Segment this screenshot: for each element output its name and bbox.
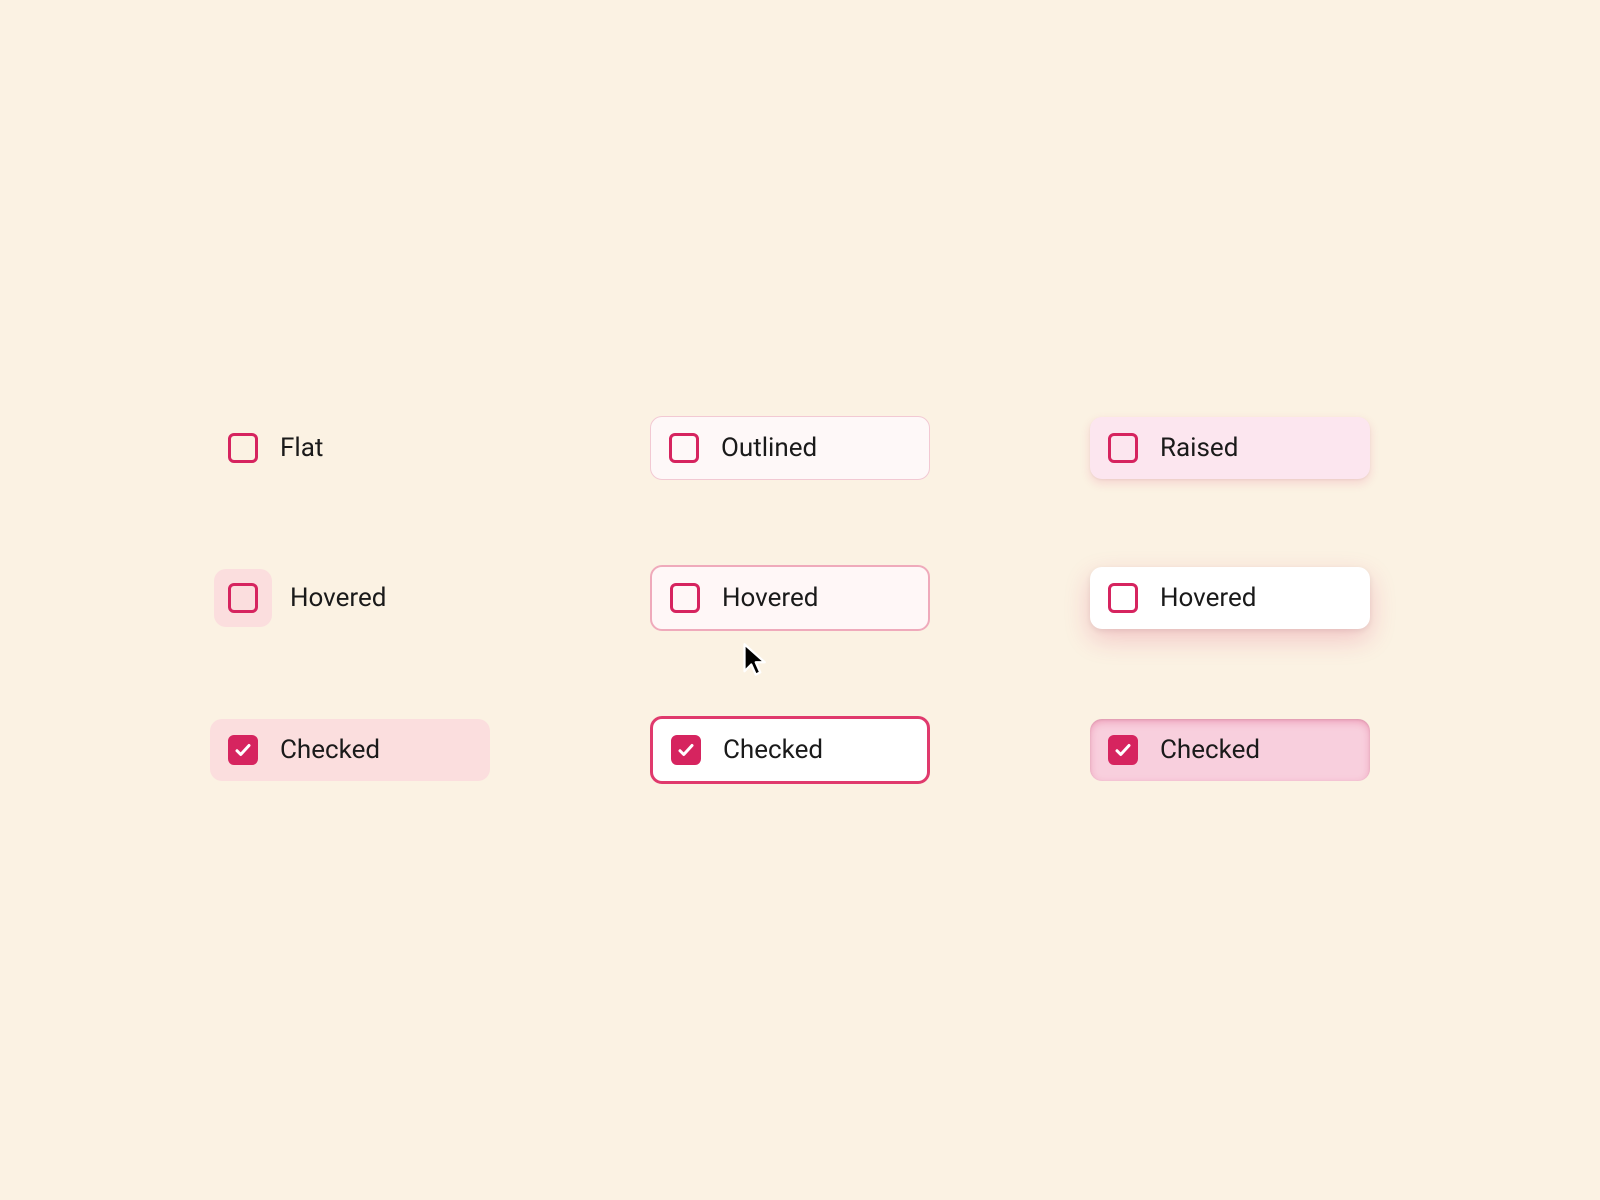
checkbox-outlined-default[interactable]: Outlined: [650, 416, 930, 480]
checkbox-unchecked-icon: [228, 433, 258, 463]
checkbox-checked-icon: [671, 735, 701, 765]
checkbox-label: Outlined: [721, 433, 817, 463]
checkbox-label: Checked: [723, 735, 823, 765]
checkbox-raised-hovered[interactable]: Hovered: [1090, 567, 1370, 629]
checkbox-unchecked-icon: [670, 583, 700, 613]
checkbox-unchecked-icon: [669, 433, 699, 463]
checkbox-label: Flat: [280, 433, 323, 463]
checkbox-unchecked-icon: [1108, 583, 1138, 613]
checkbox-label: Checked: [280, 735, 380, 765]
checkbox-checked-icon: [228, 735, 258, 765]
checkbox-label: Hovered: [290, 583, 386, 613]
checkbox-raised-default[interactable]: Raised: [1090, 417, 1370, 479]
checkbox-label: Hovered: [722, 583, 818, 613]
checkbox-unchecked-icon: [228, 583, 258, 613]
checkbox-checked-icon: [1108, 735, 1138, 765]
checkbox-outlined-hovered[interactable]: Hovered: [650, 565, 930, 631]
checkbox-outlined-checked[interactable]: Checked: [650, 716, 930, 784]
checkbox-label: Raised: [1160, 433, 1238, 463]
checkbox-flat-checked[interactable]: Checked: [210, 719, 490, 781]
checkbox-label: Checked: [1160, 735, 1260, 765]
checkbox-flat-hovered[interactable]: Hovered: [210, 567, 490, 629]
checkbox-variants-grid: Flat Outlined Raised Hovered: [210, 416, 1390, 784]
cursor-icon: [740, 642, 776, 678]
checkbox-raised-checked[interactable]: Checked: [1090, 719, 1370, 781]
checkbox-flat-default[interactable]: Flat: [210, 417, 490, 479]
checkbox-unchecked-icon: [1108, 433, 1138, 463]
checkbox-label: Hovered: [1160, 583, 1256, 613]
checkbox-hover-highlight: [214, 569, 272, 627]
